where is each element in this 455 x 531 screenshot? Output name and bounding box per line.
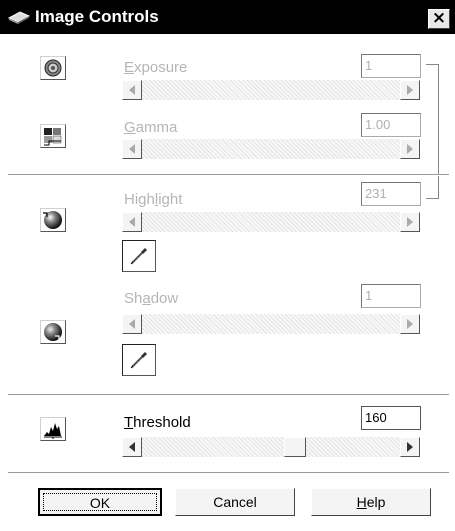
exposure-label: Exposure bbox=[124, 59, 188, 76]
exposure-icon bbox=[40, 56, 66, 80]
divider bbox=[8, 174, 449, 176]
threshold-left-arrow[interactable] bbox=[122, 437, 142, 457]
histogram-icon bbox=[40, 417, 66, 441]
help-button[interactable]: Help bbox=[311, 488, 431, 516]
threshold-value-field[interactable]: 160 bbox=[361, 406, 421, 430]
highlight-eyedropper-button[interactable] bbox=[122, 240, 156, 272]
shadow-right-arrow[interactable] bbox=[400, 314, 420, 334]
image-controls-dialog: Image Controls × Exposure 1 Gamma 1.00 H… bbox=[0, 0, 455, 531]
chevron-right-icon bbox=[407, 217, 413, 227]
threshold-label: Threshold bbox=[124, 414, 191, 431]
gamma-left-arrow[interactable] bbox=[122, 139, 142, 159]
highlight-ball-icon bbox=[40, 208, 66, 232]
highlight-value-field[interactable]: 231 bbox=[361, 182, 421, 206]
shadow-label: Shadow bbox=[124, 290, 179, 307]
chevron-right-icon bbox=[407, 85, 413, 95]
title-bar[interactable]: Image Controls × bbox=[0, 0, 455, 34]
threshold-slider[interactable] bbox=[122, 437, 420, 457]
threshold-slider-thumb[interactable] bbox=[284, 437, 306, 457]
divider bbox=[8, 472, 449, 474]
highlight-slider[interactable] bbox=[122, 212, 420, 232]
gamma-slider[interactable] bbox=[122, 139, 420, 159]
window-title: Image Controls bbox=[35, 7, 159, 26]
highlight-right-arrow[interactable] bbox=[400, 212, 420, 232]
scanner-icon bbox=[8, 11, 30, 24]
gamma-value-field[interactable]: 1.00 bbox=[361, 113, 421, 137]
chevron-left-icon bbox=[129, 144, 135, 154]
exposure-right-arrow[interactable] bbox=[400, 80, 420, 100]
close-button[interactable]: × bbox=[428, 9, 450, 29]
shadow-value-field[interactable]: 1 bbox=[361, 284, 421, 308]
chevron-left-icon bbox=[129, 319, 135, 329]
cancel-button-label: Cancel bbox=[213, 494, 257, 510]
eyedropper-icon bbox=[130, 248, 147, 265]
highlight-left-arrow[interactable] bbox=[122, 212, 142, 232]
link-bracket bbox=[426, 64, 439, 199]
exposure-slider[interactable] bbox=[122, 80, 420, 100]
shadow-left-arrow[interactable] bbox=[122, 314, 142, 334]
ok-button[interactable]: OK bbox=[38, 488, 162, 516]
chevron-left-icon bbox=[129, 442, 135, 452]
chevron-left-icon bbox=[129, 85, 135, 95]
shadow-eyedropper-button[interactable] bbox=[122, 344, 156, 376]
shadow-slider[interactable] bbox=[122, 314, 420, 334]
exposure-left-arrow[interactable] bbox=[122, 80, 142, 100]
shadow-ball-icon bbox=[40, 320, 66, 344]
gamma-label: Gamma bbox=[124, 119, 178, 136]
threshold-right-arrow[interactable] bbox=[400, 437, 420, 457]
chevron-right-icon bbox=[407, 144, 413, 154]
chevron-right-icon bbox=[407, 442, 413, 452]
gamma-icon bbox=[40, 124, 66, 148]
divider bbox=[8, 394, 449, 396]
chevron-right-icon bbox=[407, 319, 413, 329]
focus-ring bbox=[43, 493, 157, 511]
eyedropper-icon bbox=[130, 352, 147, 369]
exposure-value-field[interactable]: 1 bbox=[361, 54, 421, 78]
highlight-label: Highlight bbox=[124, 191, 183, 208]
cancel-button[interactable]: Cancel bbox=[175, 488, 295, 516]
gamma-right-arrow[interactable] bbox=[400, 139, 420, 159]
help-button-label: Help bbox=[356, 494, 386, 510]
chevron-left-icon bbox=[129, 217, 135, 227]
